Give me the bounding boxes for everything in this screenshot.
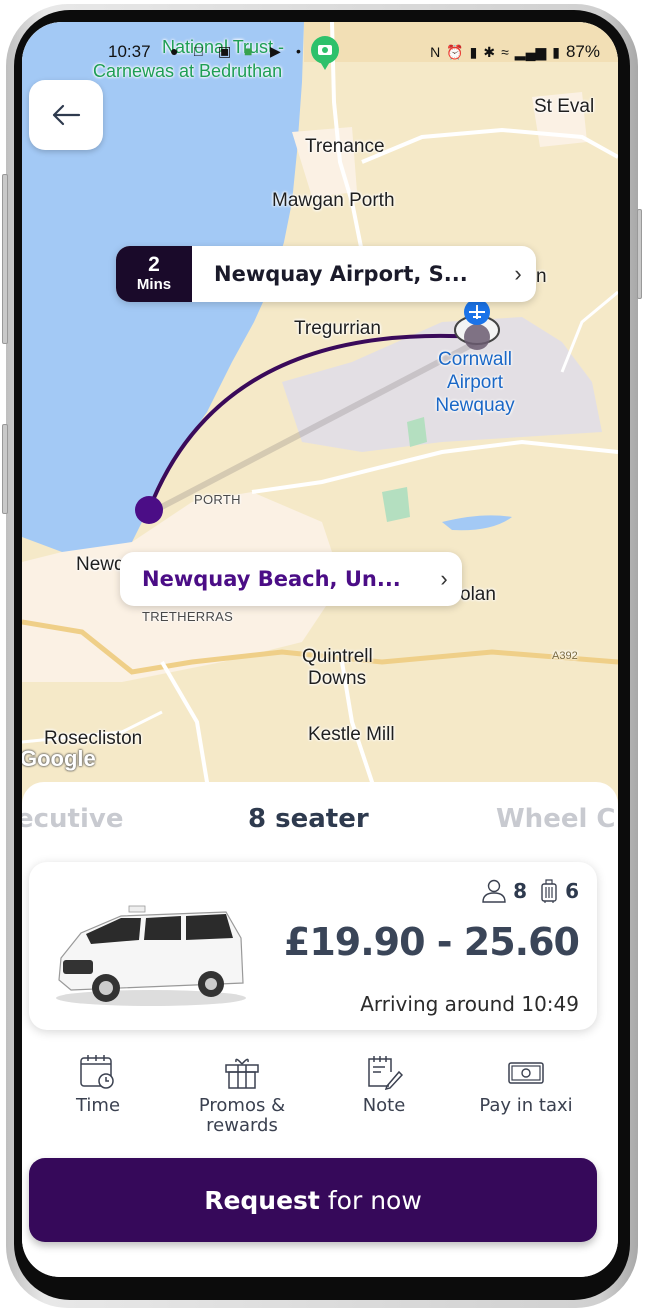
eta-unit: Mins <box>136 276 172 293</box>
action-note[interactable]: Note <box>314 1054 454 1116</box>
action-label: Pay in taxi <box>479 1095 573 1116</box>
location-icon: ● <box>170 43 179 59</box>
map-label-edge: n <box>536 266 547 287</box>
side-button-right <box>637 209 642 299</box>
action-promos[interactable]: Promos & rewards <box>172 1054 312 1136</box>
dropoff-marker[interactable] <box>135 496 163 524</box>
arrow-left-icon <box>52 104 81 126</box>
airport-label-line: Cornwall <box>438 349 512 370</box>
action-time[interactable]: Time <box>28 1054 168 1116</box>
instagram-icon: □ <box>194 43 203 59</box>
app-screen: National Trust - Carnewas at Bedruthan S… <box>22 22 618 1277</box>
gift-icon <box>225 1058 259 1089</box>
tab-executive[interactable]: ecutive <box>22 804 123 834</box>
eta-number: 2 <box>148 253 160 276</box>
airport-label-line: Newquay <box>435 395 515 416</box>
map-view[interactable]: National Trust - Carnewas at Bedruthan S… <box>22 22 618 812</box>
van-image <box>56 905 246 1006</box>
pickup-marker[interactable] <box>464 324 490 350</box>
map-label-mawgan-porth: Mawgan Porth <box>272 190 395 211</box>
booking-sheet: ecutive 8 seater Wheel C 8 6 £19.90 - 25… <box>22 782 618 1277</box>
map-label-newquay: Newq <box>76 554 125 575</box>
tab-8-seater[interactable]: 8 seater <box>248 804 369 834</box>
map-label-tregurrian: Tregurrian <box>294 318 381 339</box>
pickup-pill[interactable]: 2 Mins Newquay Airport, S... › <box>116 246 536 302</box>
map-label-downs: Downs <box>308 668 367 689</box>
action-label: Note <box>362 1095 406 1116</box>
luggage-count: 6 <box>565 879 579 903</box>
fare-price: £19.90 - 25.60 <box>283 920 580 964</box>
map-label-tretherras: TRETHERRAS <box>142 609 234 624</box>
dropoff-pill[interactable]: Newquay Beach, Un... › <box>120 552 462 606</box>
map-label-porth: PORTH <box>194 492 241 507</box>
google-attribution: Google <box>22 746 96 771</box>
calendar-clock-icon <box>80 1055 114 1089</box>
signal-icon: ▂▄▆ <box>514 43 547 60</box>
capacity-info: 8 6 <box>481 878 579 904</box>
park <box>382 487 410 522</box>
power-button <box>2 424 8 514</box>
status-bar: 10:37 ● □ ▣ ■ ▶ • N ⏰ ▮ ✱ ≈ ▂▄▆ ▮ 87% <box>22 42 618 66</box>
battery-percent: 87% <box>565 42 600 61</box>
map-label-trenance: Trenance <box>305 136 385 157</box>
map-label-colan: olan <box>460 584 496 605</box>
status-time: 10:37 <box>108 42 151 61</box>
vehicle-tabs: ecutive 8 seater Wheel C <box>22 804 618 844</box>
vehicle-card[interactable]: 8 6 £19.90 - 25.60 Arriving around 10:49 <box>29 862 597 1030</box>
bluetooth-icon: ✱ <box>483 43 496 60</box>
messages-icon: ■ <box>244 43 253 59</box>
luggage-icon <box>541 879 557 903</box>
note-edit-icon <box>368 1056 403 1090</box>
calendar-icon: ▣ <box>218 43 232 59</box>
map-label-airport[interactable]: Cornwall Airport Newquay <box>430 348 520 417</box>
cash-icon <box>508 1062 544 1084</box>
map-label-a392: A392 <box>552 650 578 662</box>
tab-wheelchair[interactable]: Wheel C <box>496 804 616 834</box>
vibrate-icon: ▮ <box>469 43 478 60</box>
volume-button <box>2 174 8 344</box>
action-label: Time <box>75 1095 121 1116</box>
map-label-quintrell: Quintrell <box>302 646 373 667</box>
park <box>407 417 427 447</box>
road <box>361 127 618 164</box>
nfc-icon: N <box>430 44 441 60</box>
passenger-count: 8 <box>513 879 528 903</box>
request-label-bold: Request <box>204 1185 320 1215</box>
airport-label-line: Airport <box>447 372 503 393</box>
lake <box>442 515 512 531</box>
battery-icon: ▮ <box>552 43 560 60</box>
status-right: N ⏰ ▮ ✱ ≈ ▂▄▆ ▮ 87% <box>430 42 600 62</box>
action-pay[interactable]: Pay in taxi <box>456 1054 596 1116</box>
youtube-icon: ▶ <box>270 43 281 59</box>
pickup-label: Newquay Airport, S... <box>214 262 468 286</box>
chevron-right-icon: › <box>514 261 522 286</box>
wifi-icon: ≈ <box>501 44 509 60</box>
map-label-kestle-mill: Kestle Mill <box>308 724 395 745</box>
request-button[interactable]: Request for now <box>29 1158 597 1242</box>
booking-actions: Time Promos & rewards Note Pay in taxi <box>22 1054 618 1154</box>
person-icon <box>482 879 506 903</box>
arrival-time: Arriving around 10:49 <box>360 992 579 1016</box>
request-label-rest: for now <box>327 1185 422 1215</box>
dot-icon: • <box>296 43 301 59</box>
back-button[interactable] <box>29 80 103 150</box>
map-label-st-eval: St Eval <box>534 96 595 117</box>
road <box>251 439 618 494</box>
action-label: Promos & rewards <box>198 1095 286 1136</box>
alarm-icon: ⏰ <box>446 43 464 60</box>
eta-badge: 2 Mins <box>116 246 192 302</box>
chevron-right-icon: › <box>440 566 448 591</box>
dropoff-label: Newquay Beach, Un... <box>142 567 401 591</box>
